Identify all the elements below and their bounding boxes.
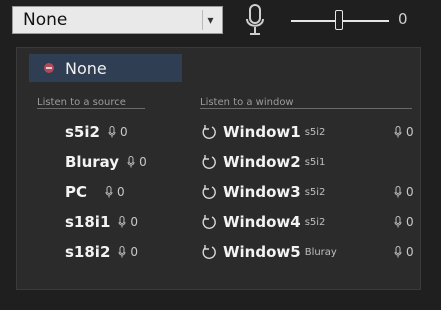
window-item-window5[interactable]: Window5 Bluray xyxy=(201,241,337,263)
source-item-pc[interactable]: PC 0 xyxy=(65,181,125,203)
window-name: Window4 xyxy=(223,213,301,231)
microphone-icon xyxy=(394,216,402,228)
window-source: s5i2 xyxy=(304,126,326,138)
window-volume: 0 xyxy=(394,241,414,263)
window-item-window4[interactable]: Window4 s5i2 xyxy=(201,211,325,233)
microphone-icon xyxy=(108,126,116,138)
window-volume: 0 xyxy=(394,181,414,203)
window-source: s5i2 xyxy=(304,216,326,228)
window-audio-icon xyxy=(202,185,216,199)
window-volume: 0 xyxy=(394,121,414,143)
source-value: 0 xyxy=(119,125,128,139)
source-item-bluray[interactable]: Bluray 0 xyxy=(65,151,147,173)
microphone-icon xyxy=(118,216,126,228)
volume-value: 0 xyxy=(398,10,408,28)
window-audio-icon xyxy=(202,215,216,229)
chevron-down-icon[interactable]: ▾ xyxy=(202,10,218,30)
volume-slider[interactable] xyxy=(291,10,389,30)
source-name: s18i2 xyxy=(65,243,111,261)
microphone-icon xyxy=(394,126,402,138)
windows-header: Listen to a window xyxy=(200,97,294,108)
microphone-icon xyxy=(118,246,126,258)
source-value: 0 xyxy=(117,185,125,199)
none-source-icon xyxy=(44,63,54,73)
window-name: Window2 xyxy=(223,153,301,171)
volume-thumb[interactable] xyxy=(335,10,343,30)
combo-value: None xyxy=(23,10,68,30)
source-name: s18i1 xyxy=(65,213,111,231)
window-source: Bluray xyxy=(304,246,337,258)
menu-item-none[interactable]: None xyxy=(29,54,182,82)
window-audio-icon xyxy=(202,245,216,259)
source-dropdown-menu: None Listen to a source Listen to a wind… xyxy=(16,47,421,290)
window-value: 0 xyxy=(406,245,414,259)
source-item-s5i2[interactable]: s5i2 0 xyxy=(65,121,128,143)
source-name: Bluray xyxy=(65,153,120,171)
window-item-window2[interactable]: Window2 s5i1 xyxy=(201,151,325,173)
window-name: Window3 xyxy=(223,183,301,201)
microphone-icon[interactable] xyxy=(244,4,266,36)
source-item-s18i2[interactable]: s18i2 0 xyxy=(65,241,138,263)
source-value: 0 xyxy=(130,245,139,259)
microphone-icon xyxy=(105,186,113,198)
sources-header: Listen to a source xyxy=(37,97,126,108)
window-name: Window5 xyxy=(223,243,301,261)
windows-divider xyxy=(200,108,412,109)
window-item-window1[interactable]: Window1 s5i2 xyxy=(201,121,325,143)
source-name: PC xyxy=(65,183,88,201)
source-value: 0 xyxy=(130,215,139,229)
window-audio-icon xyxy=(202,155,216,169)
window-value: 0 xyxy=(406,215,414,229)
microphone-icon xyxy=(394,186,402,198)
combo-arrow-glyph: ▾ xyxy=(207,13,214,27)
source-name: s5i2 xyxy=(65,123,100,141)
window-source: s5i2 xyxy=(304,186,326,198)
window-volume: 0 xyxy=(394,211,414,233)
window-source: s5i1 xyxy=(304,156,326,168)
source-value: 0 xyxy=(139,155,147,169)
source-item-s18i1[interactable]: s18i1 0 xyxy=(65,211,138,233)
microphone-icon xyxy=(127,156,135,168)
microphone-icon xyxy=(394,246,402,258)
window-value: 0 xyxy=(406,125,414,139)
window-name: Window1 xyxy=(223,123,301,141)
top-toolbar: None ▾ 0 xyxy=(0,0,441,42)
window-value: 0 xyxy=(406,185,414,199)
menu-item-none-label: None xyxy=(65,58,107,78)
window-item-window3[interactable]: Window3 s5i2 xyxy=(201,181,325,203)
window-audio-icon xyxy=(202,125,216,139)
sources-divider xyxy=(37,108,145,109)
source-combo[interactable]: None ▾ xyxy=(12,6,223,34)
